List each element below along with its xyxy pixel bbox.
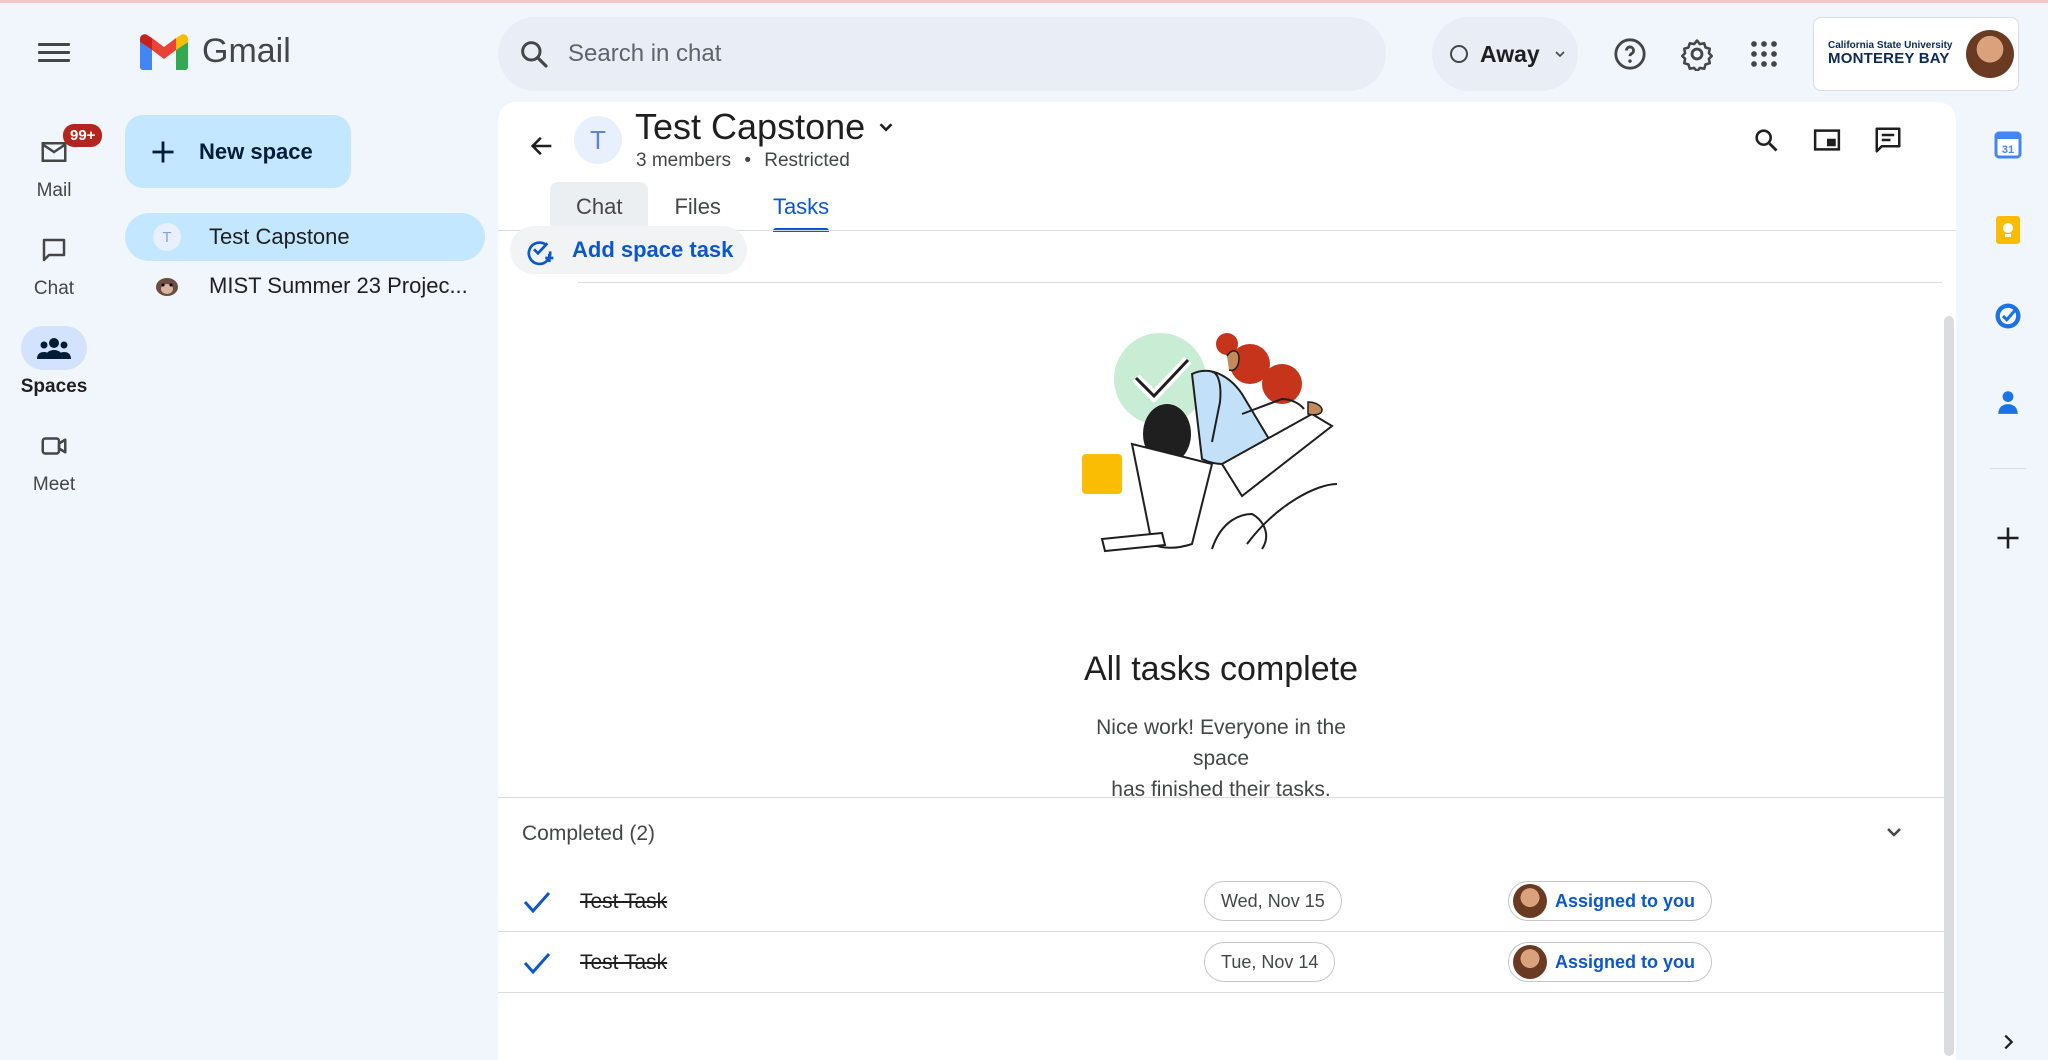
- chevron-down-icon: [879, 123, 893, 132]
- threads-icon[interactable]: [1866, 118, 1910, 162]
- org-logo: California State University MONTEREY BAY: [1828, 40, 1952, 68]
- chevron-down-icon[interactable]: [1876, 814, 1912, 850]
- search-bar[interactable]: [498, 17, 1386, 91]
- picture-in-picture-icon[interactable]: [1805, 118, 1849, 162]
- task-due-date[interactable]: Wed, Nov 15: [1204, 881, 1342, 921]
- task-due-date[interactable]: Tue, Nov 14: [1204, 942, 1336, 982]
- apps-grid-icon[interactable]: [1742, 32, 1786, 76]
- chevron-down-icon: [1555, 51, 1565, 58]
- mail-icon: 99+: [21, 124, 103, 174]
- rail-label-spaces: Spaces: [20, 376, 88, 397]
- tasks-complete-illustration: [1082, 333, 1338, 553]
- assignee-avatar: [1513, 884, 1547, 918]
- app-title: Gmail: [202, 32, 291, 70]
- space-panel: T Test Capstone 3 members • Restricted C…: [498, 102, 1956, 1060]
- app-rail: 99+ Mail Chat Spaces Meet: [0, 0, 108, 1060]
- settings-gear-icon[interactable]: [1675, 32, 1719, 76]
- task-assignee-chip[interactable]: Assigned to you: [1508, 881, 1713, 921]
- org-line2: MONTEREY BAY: [1828, 50, 1950, 68]
- meta-separator: •: [744, 150, 751, 171]
- space-avatar-large: T: [574, 116, 622, 164]
- task-assignee-chip[interactable]: Assigned to you: [1508, 942, 1713, 982]
- tasks-icon[interactable]: [1986, 294, 2030, 338]
- task-title: Test Task: [580, 951, 668, 974]
- gmail-logo[interactable]: Gmail: [140, 32, 291, 71]
- completed-header[interactable]: Completed (2): [522, 822, 655, 846]
- assignee-avatar: [1513, 945, 1547, 979]
- assignee-label: Assigned to you: [1555, 890, 1696, 911]
- task-row[interactable]: Test Task Wed, Nov 15 Assigned to you: [498, 872, 1944, 932]
- task-title: Test Task: [580, 890, 668, 913]
- empty-state-line1: Nice work! Everyone in the space: [1096, 716, 1346, 770]
- main-menu-icon[interactable]: [34, 38, 74, 68]
- otter-emoji-icon: [156, 278, 178, 296]
- rail-label-meet: Meet: [32, 474, 76, 495]
- add-icon[interactable]: [1986, 516, 2030, 560]
- space-tabs: Chat Files Tasks: [550, 182, 855, 232]
- rail-label-chat: Chat: [33, 278, 75, 299]
- search-in-space-icon[interactable]: [1744, 118, 1788, 162]
- rail-item-spaces[interactable]: Spaces: [0, 326, 108, 398]
- space-avatar: T: [153, 223, 181, 251]
- tab-tasks[interactable]: Tasks: [747, 182, 855, 232]
- search-input[interactable]: [568, 40, 1268, 68]
- tab-chat[interactable]: Chat: [550, 182, 649, 232]
- checkmark-icon[interactable]: [520, 886, 554, 918]
- space-meta: 3 members • Restricted: [636, 150, 850, 172]
- window-top-border: [0, 0, 2048, 3]
- empty-state-title: All tasks complete: [1084, 650, 1358, 688]
- search-icon: [521, 41, 548, 68]
- completed-divider: [498, 797, 1944, 798]
- calendar-icon[interactable]: 31: [1986, 123, 2030, 167]
- unread-badge: 99+: [63, 124, 103, 147]
- space-title-dropdown[interactable]: Test Capstone: [635, 106, 897, 148]
- space-item-mist-summer[interactable]: MIST Summer 23 Projec...: [125, 262, 485, 310]
- task-list-divider: [578, 282, 1942, 283]
- status-label: Away: [1480, 40, 1540, 67]
- spaces-icon: [21, 326, 87, 370]
- chat-icon: [21, 228, 87, 272]
- space-item-label: MIST Summer 23 Projec...: [209, 273, 468, 298]
- back-arrow-icon[interactable]: [520, 124, 564, 168]
- tab-files[interactable]: Files: [648, 182, 746, 232]
- help-icon[interactable]: [1608, 32, 1652, 76]
- video-camera-icon: [21, 424, 87, 468]
- chevron-right-icon[interactable]: [1986, 1020, 2030, 1060]
- plus-icon: [152, 141, 174, 162]
- add-space-task-button[interactable]: Add space task: [510, 226, 748, 274]
- rail-item-meet[interactable]: Meet: [0, 424, 108, 496]
- new-space-label: New space: [199, 138, 313, 164]
- contacts-icon[interactable]: [1986, 380, 2030, 424]
- scrollbar[interactable]: [1944, 316, 1954, 1056]
- space-item-test-capstone[interactable]: T Test Capstone: [125, 213, 485, 261]
- access-level: Restricted: [764, 150, 850, 171]
- space-item-label: Test Capstone: [209, 224, 350, 249]
- side-panel-rail: 31: [1968, 0, 2048, 1060]
- assignee-label: Assigned to you: [1555, 951, 1696, 972]
- calendar-day: 31: [2002, 144, 2014, 156]
- new-space-button[interactable]: New space: [125, 115, 351, 188]
- add-task-icon: [527, 241, 554, 266]
- gmail-m-icon: [140, 33, 188, 70]
- status-selector[interactable]: Away: [1432, 17, 1578, 91]
- checkmark-icon[interactable]: [520, 947, 554, 979]
- empty-state-line2: has finished their tasks.: [1111, 778, 1331, 801]
- members-count: 3 members: [636, 150, 732, 171]
- space-title: Test Capstone: [635, 106, 866, 147]
- rail-item-chat[interactable]: Chat: [0, 228, 108, 300]
- add-space-task-label: Add space task: [572, 237, 734, 262]
- rail-label-mail: Mail: [36, 180, 72, 201]
- status-away-icon: [1450, 45, 1468, 63]
- rail-item-mail[interactable]: 99+ Mail: [0, 124, 108, 202]
- keep-icon[interactable]: [1986, 208, 2030, 252]
- empty-state-subtitle: Nice work! Everyone in the space has fin…: [1071, 712, 1371, 805]
- rail-divider: [1990, 468, 2026, 469]
- task-row[interactable]: Test Task Tue, Nov 14 Assigned to you: [498, 933, 1944, 993]
